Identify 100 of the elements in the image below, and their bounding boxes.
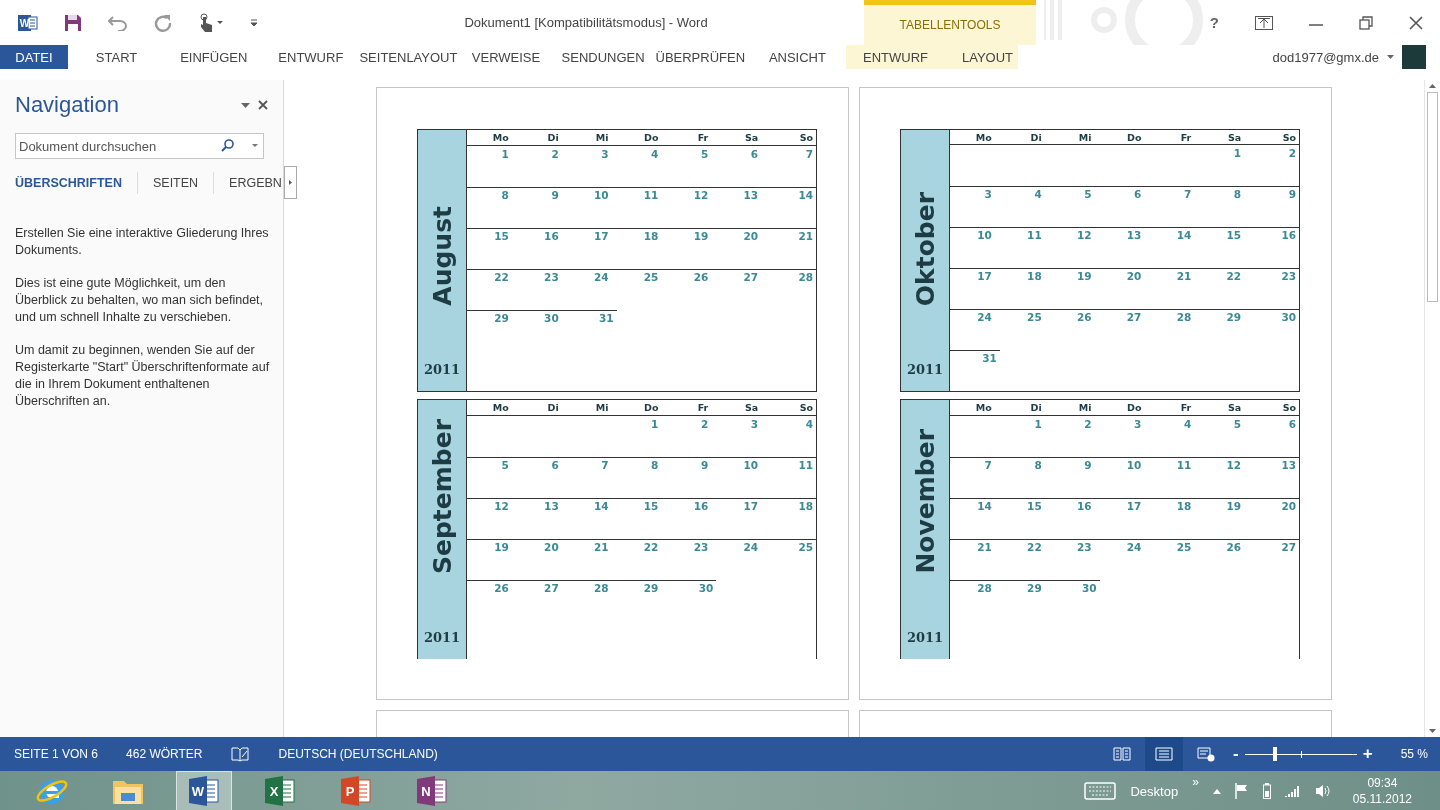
navigation-tab[interactable]: SEITEN bbox=[137, 171, 215, 194]
ribbon-tab[interactable]: VERWEISE bbox=[457, 45, 555, 69]
day-number: 15 bbox=[1226, 229, 1242, 241]
weekday-header: Do bbox=[1126, 131, 1143, 143]
day-number: 28 bbox=[798, 271, 813, 283]
scroll-right-icon[interactable] bbox=[283, 166, 297, 199]
day-number: 11 bbox=[643, 189, 659, 201]
print-view-button[interactable] bbox=[1145, 737, 1184, 771]
weekday-header: Sa bbox=[743, 132, 760, 143]
day-number: 27 bbox=[1281, 541, 1296, 553]
flag-icon[interactable] bbox=[1234, 783, 1249, 799]
vertical-scrollbar[interactable] bbox=[1424, 80, 1440, 737]
redo-icon[interactable] bbox=[154, 13, 172, 32]
signal-icon[interactable] bbox=[1284, 785, 1301, 797]
weekday-header: Mo bbox=[491, 402, 510, 413]
day-number: 4 bbox=[1183, 418, 1192, 430]
taskbar-app-button[interactable]: X bbox=[252, 771, 308, 810]
taskbar-app-button[interactable]: P bbox=[328, 771, 384, 810]
weekday-header: Sa bbox=[1226, 402, 1243, 413]
year-label: 2011 bbox=[906, 362, 944, 377]
weekday-header: So bbox=[798, 132, 814, 143]
day-number: 8 bbox=[651, 459, 659, 471]
help-paragraph: Erstellen Sie eine interaktive Gliederung Ihres Dokuments. bbox=[15, 225, 270, 259]
day-number: 8 bbox=[501, 189, 509, 201]
help-button[interactable]: ? bbox=[1209, 14, 1219, 31]
day-number: 9 bbox=[700, 459, 709, 471]
ribbon-tab[interactable]: ANSICHT bbox=[748, 45, 846, 69]
zoom-out-button[interactable]: - bbox=[1233, 744, 1239, 764]
zoom-slider[interactable] bbox=[1244, 747, 1357, 761]
day-number: 1 bbox=[1233, 147, 1242, 159]
keyboard-icon[interactable] bbox=[1084, 782, 1117, 800]
save-icon[interactable] bbox=[64, 13, 82, 32]
customize-icon[interactable] bbox=[250, 18, 258, 27]
day-number: 22 bbox=[494, 271, 509, 283]
proofing-icon[interactable] bbox=[230, 746, 249, 762]
file-tab[interactable]: DATEI bbox=[0, 45, 68, 69]
day-number: 18 bbox=[798, 500, 813, 512]
day-number: 24 bbox=[977, 311, 992, 323]
restore-icon[interactable] bbox=[1359, 15, 1373, 30]
day-number: 16 bbox=[693, 500, 709, 512]
caret-icon[interactable] bbox=[1387, 55, 1394, 59]
day-number: 30 bbox=[698, 582, 714, 594]
day-number: 20 bbox=[743, 230, 759, 242]
zoom-level[interactable]: 55 % bbox=[1400, 747, 1428, 761]
undo-icon[interactable] bbox=[108, 14, 128, 31]
close-icon[interactable] bbox=[1409, 15, 1423, 30]
day-number: 11 bbox=[1027, 229, 1042, 241]
taskbar-app-button[interactable]: N bbox=[404, 771, 460, 810]
weekday-header: Mi bbox=[1077, 402, 1093, 413]
word-count[interactable]: 462 WÖRTER bbox=[126, 747, 203, 761]
ribbon-tab[interactable]: EINFÜGEN bbox=[165, 45, 263, 69]
day-number: 9 bbox=[1288, 188, 1296, 200]
caret-icon[interactable] bbox=[252, 144, 258, 147]
volume-icon[interactable] bbox=[1314, 784, 1331, 798]
zoom-in-button[interactable]: + bbox=[1362, 744, 1373, 764]
battery-icon[interactable] bbox=[1262, 783, 1271, 799]
scroll-up-icon[interactable] bbox=[1429, 84, 1436, 88]
dropdown-icon[interactable] bbox=[241, 102, 250, 108]
navigation-tab[interactable]: ÜBERSCHRIFTEN bbox=[15, 171, 138, 194]
ribbon-display-options-icon[interactable] bbox=[1255, 15, 1273, 30]
scrollbar-thumb[interactable] bbox=[1427, 92, 1438, 302]
scroll-down-icon[interactable] bbox=[1429, 729, 1436, 733]
search-field[interactable]: Dokument durchsuchen bbox=[15, 133, 264, 159]
ribbon-tab[interactable]: SENDUNGEN bbox=[554, 45, 652, 69]
day-number: 2 bbox=[1288, 147, 1296, 159]
day-number: 2 bbox=[1084, 418, 1092, 430]
month-name: Oktober bbox=[910, 191, 940, 306]
day-number: 14 bbox=[977, 500, 992, 512]
weekday-header: Mi bbox=[594, 402, 610, 413]
zoom-slider-thumb[interactable] bbox=[1272, 747, 1277, 761]
day-number: 12 bbox=[1076, 229, 1092, 241]
search-icon[interactable] bbox=[221, 139, 234, 152]
day-number: 8 bbox=[1034, 459, 1042, 471]
day-number: 18 bbox=[1027, 270, 1042, 282]
day-number: 21 bbox=[1176, 270, 1192, 282]
day-number: 7 bbox=[1183, 188, 1192, 200]
day-number: 31 bbox=[598, 312, 614, 324]
touch-mode-icon[interactable] bbox=[198, 12, 224, 33]
ribbon-tab[interactable]: ÜBERPRÜFEN bbox=[651, 45, 749, 69]
ribbon-tab[interactable]: START bbox=[68, 45, 166, 69]
day-number: 7 bbox=[984, 459, 992, 471]
ribbon-tab[interactable]: LAYOUT bbox=[945, 45, 1031, 69]
navigation-tab[interactable]: ERGEBN bbox=[214, 171, 284, 194]
taskbar-app-button[interactable]: W bbox=[176, 771, 232, 810]
ribbon-tab[interactable]: ENTWURF bbox=[846, 45, 945, 69]
day-number: 4 bbox=[805, 418, 813, 430]
language-status[interactable]: DEUTSCH (DEUTSCHLAND) bbox=[278, 747, 438, 761]
day-number: 23 bbox=[544, 271, 559, 283]
account-name[interactable]: dod1977@gmx.de bbox=[1272, 49, 1379, 65]
month-name: November bbox=[910, 429, 940, 574]
ribbon-tab[interactable]: SEITENLAYOUT bbox=[359, 45, 458, 69]
month-name: September bbox=[427, 419, 457, 574]
page-count[interactable]: SEITE 1 VON 6 bbox=[14, 747, 99, 761]
ribbon-tab[interactable]: ENTWURF bbox=[262, 45, 360, 69]
day-number: 7 bbox=[601, 459, 609, 471]
day-number: 9 bbox=[1084, 459, 1092, 471]
day-number: 27 bbox=[1126, 311, 1142, 323]
weekday-header: Di bbox=[546, 402, 560, 413]
close-icon[interactable] bbox=[258, 100, 268, 110]
show-hidden-icons-icon[interactable] bbox=[1212, 788, 1221, 794]
